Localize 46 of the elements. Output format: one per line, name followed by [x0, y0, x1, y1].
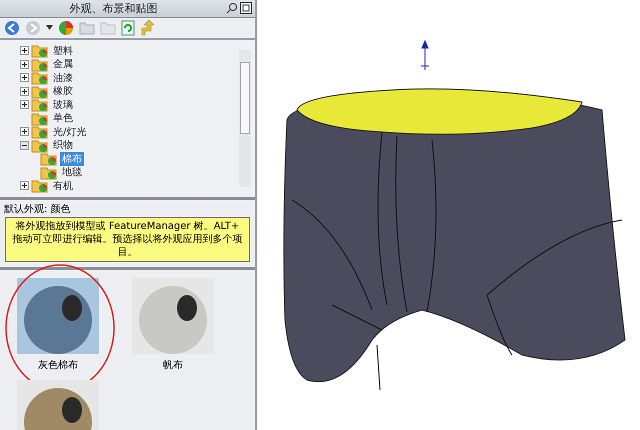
- tree-item[interactable]: 塑料: [51, 44, 75, 58]
- scrollbar[interactable]: [239, 50, 251, 188]
- tip-box: 将外观拖放到模型或 FeatureManager 树。ALT+ 拖动可立即进行编辑。预选择以将外观应用到多个项目。: [5, 217, 250, 262]
- tree-item[interactable]: 光/灯光: [51, 124, 88, 139]
- material-preview[interactable]: [17, 278, 99, 354]
- tree-item[interactable]: 橡胶: [51, 84, 75, 98]
- back-icon[interactable]: [4, 20, 20, 36]
- tree-item[interactable]: 有机: [51, 178, 75, 193]
- expand-icon[interactable]: [20, 100, 29, 110]
- collapse-icon[interactable]: [20, 140, 29, 150]
- window-icon[interactable]: [240, 2, 252, 14]
- material-preview[interactable]: [17, 380, 99, 430]
- tree-item[interactable]: 织物: [51, 138, 75, 152]
- expand-icon[interactable]: [20, 127, 29, 136]
- splitter-handle[interactable]: [0, 267, 255, 270]
- folder-icon: [31, 178, 49, 194]
- expand-icon[interactable]: [20, 181, 29, 190]
- folder-icon: [31, 70, 49, 86]
- default-appearance-text: 默认外观: 颜色: [3, 202, 72, 216]
- folder-icon: [40, 151, 58, 166]
- color-ball-icon[interactable]: [58, 20, 74, 36]
- folder-icon: [31, 110, 49, 126]
- up-arrow-icon[interactable]: [140, 20, 154, 36]
- folder-icon: [31, 56, 49, 72]
- material-name: 灰色棉布: [37, 358, 79, 372]
- tree-item[interactable]: 玻璃: [51, 98, 75, 112]
- tree-item[interactable]: 油漆: [51, 70, 75, 85]
- axis-triad-icon: [419, 40, 431, 70]
- expand-icon[interactable]: [20, 86, 29, 96]
- panel-title: 外观、布景和贴图: [68, 0, 158, 16]
- folder-icon: [31, 97, 49, 112]
- material-name: 帆布: [162, 359, 184, 372]
- tree-item[interactable]: 单色: [51, 111, 75, 126]
- expand-icon[interactable]: [20, 73, 29, 82]
- dropdown-icon[interactable]: [46, 25, 53, 30]
- tree-item[interactable]: 金属: [51, 57, 75, 72]
- tree-item[interactable]: 地毯: [60, 165, 84, 180]
- folder-icon: [31, 124, 49, 140]
- expand-icon[interactable]: [20, 46, 29, 56]
- folder-icon: [40, 164, 58, 180]
- folder-icon: [31, 43, 49, 58]
- expand-icon[interactable]: [20, 60, 29, 69]
- refresh-icon[interactable]: [121, 20, 135, 36]
- folder-icon: [31, 84, 49, 99]
- folder-icon: [31, 138, 49, 153]
- material-preview[interactable]: [132, 278, 214, 354]
